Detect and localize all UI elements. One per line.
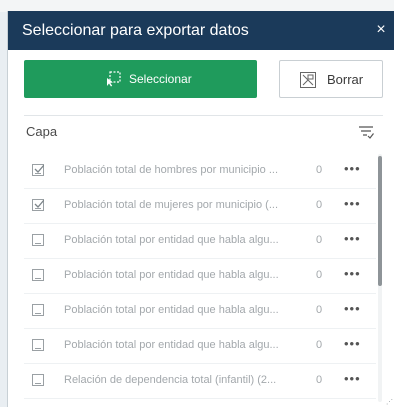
list-item[interactable]: Población total por entidad que habla al… [24,259,376,294]
select-rectangle-icon [107,71,121,87]
checkbox[interactable] [32,234,44,246]
select-button[interactable]: Seleccionar [24,60,257,98]
layer-count: 0 [316,164,323,176]
close-button[interactable]: × [372,20,390,40]
clear-selection-icon [300,72,316,88]
layer-column-header: Capa [26,124,58,139]
checkbox[interactable] [32,269,44,281]
layer-name: Población total de hombres por municipio… [64,164,279,176]
more-options-icon[interactable]: ••• [344,196,361,211]
clear-button[interactable]: Borrar [279,60,383,98]
list-item[interactable]: Población total por entidad que habla al… [24,294,376,329]
checkbox[interactable] [32,304,44,316]
scrollbar-thumb[interactable] [378,156,382,286]
layer-name: Población total por entidad que habla al… [64,234,279,246]
layer-name: Relación de dependencia total (infantil)… [64,374,277,386]
layer-list: Población total de hombres por municipio… [24,154,376,399]
layer-count: 0 [316,234,323,246]
layer-count: 0 [316,304,323,316]
clear-button-label: Borrar [327,72,364,87]
select-button-label: Seleccionar [129,72,192,86]
layer-count: 0 [316,269,323,281]
layer-count: 0 [316,199,323,211]
layer-count: 0 [316,339,323,351]
more-options-icon[interactable]: ••• [344,301,361,316]
panel-header: Seleccionar para exportar datos × [8,11,394,50]
list-item[interactable]: Población total de mujeres por municipio… [24,189,376,224]
layer-name: Población total de mujeres por municipio… [64,199,278,211]
filter-list-icon[interactable] [358,124,374,140]
more-options-icon[interactable]: ••• [344,266,361,281]
checkbox[interactable] [32,374,44,386]
list-item[interactable]: Relación de dependencia total (infantil)… [24,364,376,399]
checkbox[interactable] [32,164,44,176]
resize-handle-icon[interactable]: ⋰ [386,399,394,407]
checkbox[interactable] [32,339,44,351]
layer-name: Población total por entidad que habla al… [64,339,279,351]
layer-name: Población total por entidad que habla al… [64,304,279,316]
layer-count: 0 [316,374,323,386]
export-data-panel: Seleccionar para exportar datos × Selecc… [7,11,394,407]
layer-name: Población total por entidad que habla al… [64,269,279,281]
list-item[interactable]: Población total por entidad que habla al… [24,329,376,364]
list-item[interactable]: Población total por entidad que habla al… [24,224,376,259]
panel-title: Seleccionar para exportar datos [22,22,249,39]
more-options-icon[interactable]: ••• [344,336,361,351]
more-options-icon[interactable]: ••• [344,161,361,176]
list-item[interactable]: Población total de hombres por municipio… [24,154,376,189]
more-options-icon[interactable]: ••• [344,371,361,386]
divider [24,115,383,116]
more-options-icon[interactable]: ••• [344,231,361,246]
checkbox[interactable] [32,199,44,211]
